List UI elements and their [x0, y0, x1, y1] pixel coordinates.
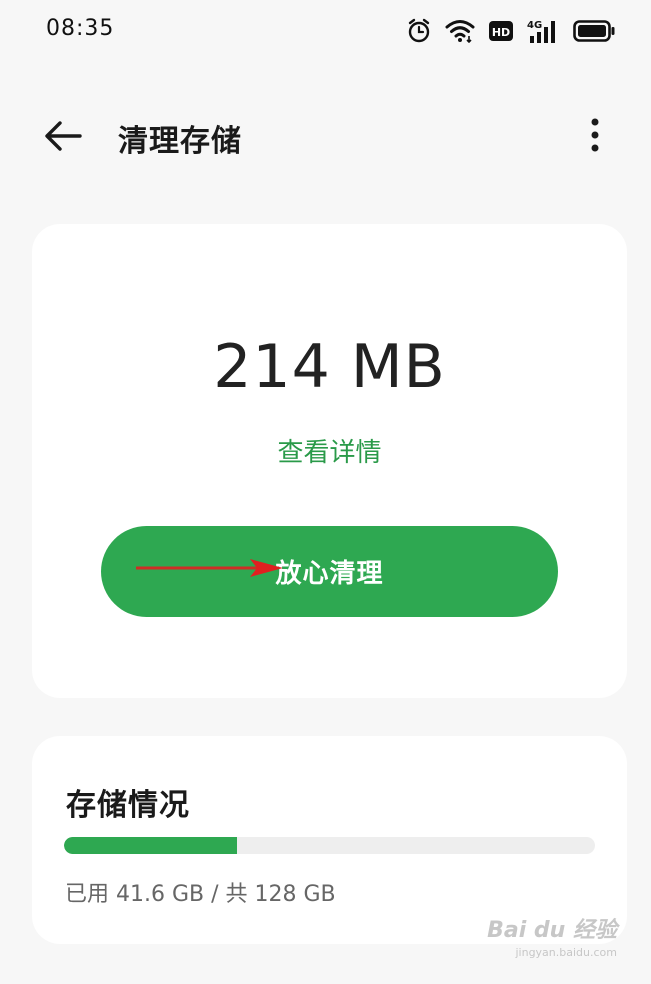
cleanable-size: 214 MB	[213, 332, 446, 402]
battery-icon	[573, 19, 615, 43]
wifi-icon	[445, 19, 475, 43]
clean-card: 214 MB 查看详情 放心清理	[32, 224, 627, 698]
app-header: 清理存储	[0, 100, 651, 174]
signal-4g-icon: 4G	[527, 18, 559, 44]
storage-progress-fill	[64, 837, 237, 854]
more-options-button[interactable]	[583, 116, 607, 156]
baidu-jingyan-watermark: Bai du 经验 jingyan.baidu.com	[477, 912, 617, 959]
watermark-logo: Bai du 经验	[487, 918, 617, 943]
storage-usage-text: 已用 41.6 GB / 共 128 GB	[65, 882, 336, 907]
annotation-arrow-icon	[136, 559, 283, 577]
status-bar: 08:35 HD 4G	[0, 0, 651, 62]
storage-title: 存储情况	[66, 788, 190, 823]
page-title: 清理存储	[118, 124, 242, 159]
status-icons: HD 4G	[407, 16, 615, 46]
storage-progress-bar	[64, 837, 595, 854]
network-label: 4G	[527, 20, 542, 31]
view-details-link[interactable]: 查看详情	[32, 432, 627, 469]
status-time: 08:35	[46, 16, 115, 41]
hd-label: HD	[492, 26, 510, 39]
watermark-url: jingyan.baidu.com	[515, 946, 617, 959]
alarm-icon	[407, 18, 431, 44]
hd-icon: HD	[489, 20, 513, 42]
back-button[interactable]	[40, 116, 86, 156]
arrow-left-icon	[45, 121, 82, 151]
more-vertical-icon	[591, 118, 599, 152]
